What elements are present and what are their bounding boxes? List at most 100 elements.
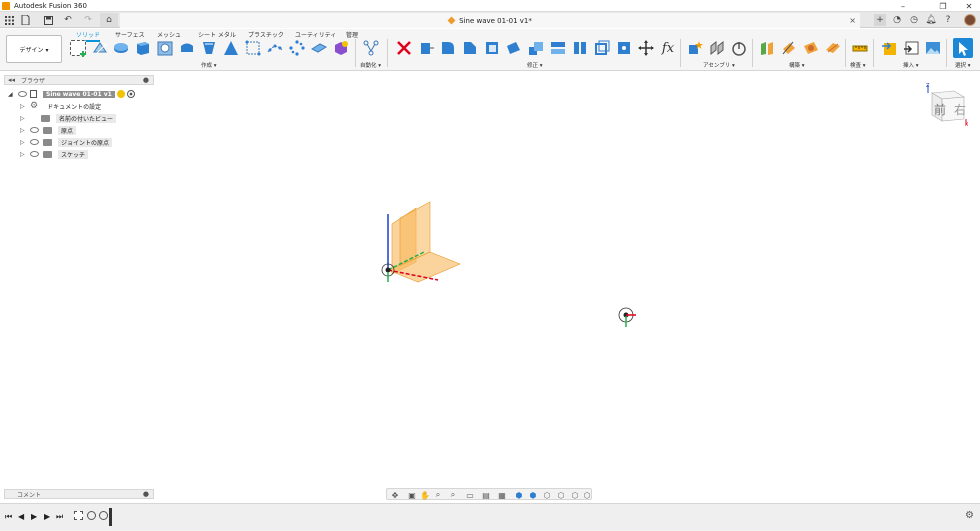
visibility-eye-icon[interactable]: [30, 151, 39, 157]
modify-group-label[interactable]: 修正 ▾: [527, 61, 543, 69]
orbit-icon[interactable]: ✥: [390, 490, 400, 500]
browser-item-sketches[interactable]: ▷ スケッチ: [20, 149, 89, 159]
timeline-sketch-feature[interactable]: [74, 511, 83, 520]
browser-panel-header[interactable]: ◂◂ ブラウザ ●: [4, 75, 154, 85]
physical-material-icon[interactable]: [616, 40, 632, 56]
maximize-icon[interactable]: ❐: [932, 0, 954, 12]
help-icon[interactable]: ?: [942, 14, 954, 26]
pan-icon[interactable]: ✋: [420, 490, 430, 500]
midplane-icon[interactable]: [825, 40, 841, 56]
plane-at-angle-icon[interactable]: [781, 40, 797, 56]
redo-icon[interactable]: ↷: [80, 14, 96, 26]
rectangular-pattern-icon[interactable]: [245, 40, 261, 56]
insert-canvas-icon[interactable]: [925, 40, 941, 56]
hidden-edges-icon[interactable]: ⬡: [542, 490, 552, 500]
play-icon[interactable]: ▶: [31, 512, 37, 521]
extensions-icon[interactable]: ◷: [908, 14, 920, 26]
timeline-joint-origin-feature[interactable]: [87, 511, 96, 520]
wireframe-icon[interactable]: ⬡: [570, 490, 580, 500]
tab-sheet-metal[interactable]: シート メタル: [198, 30, 236, 39]
grid-settings-icon[interactable]: ▤: [481, 490, 491, 500]
split-body-icon[interactable]: [594, 40, 610, 56]
split-face-icon[interactable]: [572, 40, 588, 56]
zoom-window-icon[interactable]: ⌕: [433, 490, 443, 500]
step-forward-icon[interactable]: ▶: [44, 512, 50, 521]
browser-item-document-settings[interactable]: ▷ ⚙ ドキュメントの設定: [20, 101, 104, 111]
delete-icon[interactable]: [396, 40, 412, 56]
close-icon[interactable]: ✕: [958, 0, 980, 12]
visibility-eye-icon[interactable]: [30, 139, 39, 145]
collapse-triangle-icon[interactable]: ◢: [8, 91, 15, 98]
create-sketch-icon[interactable]: [70, 40, 86, 57]
document-tab[interactable]: Sine wave 01-01 v1* ×: [120, 13, 860, 28]
look-at-icon[interactable]: ▣: [407, 490, 417, 500]
hole-icon[interactable]: [157, 40, 173, 56]
user-avatar[interactable]: [964, 14, 976, 26]
comments-panel-header[interactable]: コメント ●: [4, 489, 154, 499]
offset-plane-icon[interactable]: [759, 40, 775, 56]
browser-root-item[interactable]: ◢ Sine wave 01-01 v1: [8, 89, 135, 99]
select-icon[interactable]: [953, 38, 973, 58]
shell-icon[interactable]: [484, 40, 500, 56]
shaded-edges-icon[interactable]: ⬢: [528, 490, 538, 500]
automate-icon[interactable]: [363, 40, 379, 56]
tab-utility[interactable]: ユーティリティ: [295, 30, 336, 39]
joint-icon[interactable]: [709, 40, 725, 56]
insert-mesh-icon[interactable]: [903, 40, 919, 56]
insert-derive-icon[interactable]: [881, 40, 897, 56]
file-icon[interactable]: [19, 14, 31, 26]
thicken-icon[interactable]: [310, 40, 328, 56]
expand-triangle-icon[interactable]: ▷: [20, 127, 27, 134]
save-icon[interactable]: [42, 14, 54, 26]
parameters-icon[interactable]: fx: [660, 40, 676, 56]
expand-triangle-icon[interactable]: ▷: [20, 139, 27, 146]
notification-icon[interactable]: 🔔︎: [925, 14, 937, 26]
inspect-group-label[interactable]: 検査 ▾: [850, 61, 866, 69]
extrude-icon[interactable]: [113, 40, 129, 56]
display-settings-icon[interactable]: ▭: [465, 490, 475, 500]
timeline-joint-origin-feature-2[interactable]: [99, 511, 108, 520]
scale-icon[interactable]: [528, 40, 544, 56]
browser-item-named-views[interactable]: ▷ 名前の付いたビュー: [20, 113, 117, 123]
combine-icon[interactable]: [550, 40, 566, 56]
visibility-eye-icon[interactable]: [30, 127, 39, 133]
visible-edges-icon[interactable]: ⬡: [556, 490, 566, 500]
automate-group-label[interactable]: 自動化 ▾: [360, 61, 381, 69]
tab-surface[interactable]: サーフェス: [115, 30, 145, 39]
close-tab-icon[interactable]: ×: [849, 16, 856, 25]
go-to-end-icon[interactable]: ⏭: [56, 512, 63, 522]
fit-icon[interactable]: ⌕: [448, 490, 458, 500]
origin-point[interactable]: [385, 267, 391, 273]
joint-origin-gizmo[interactable]: [616, 305, 640, 329]
collapse-panel-icon[interactable]: ◂◂: [8, 76, 15, 84]
select-group-label[interactable]: 選択 ▾: [955, 61, 971, 69]
expand-triangle-icon[interactable]: ▷: [20, 151, 27, 158]
visibility-eye-icon[interactable]: [18, 91, 27, 97]
panel-options-icon[interactable]: ●: [143, 76, 149, 84]
insert-group-label[interactable]: 挿入 ▾: [903, 61, 919, 69]
box-icon[interactable]: [135, 40, 151, 56]
pattern-on-path-icon[interactable]: [267, 40, 283, 56]
expand-triangle-icon[interactable]: ▷: [20, 115, 27, 122]
revolve-icon[interactable]: [179, 40, 195, 56]
step-back-icon[interactable]: ◀: [18, 512, 24, 521]
activate-radio-icon[interactable]: [126, 90, 135, 98]
assemble-group-label[interactable]: アセンブリ ▾: [703, 61, 735, 69]
circular-pattern-icon[interactable]: [289, 40, 305, 56]
go-to-start-icon[interactable]: ⏮: [5, 512, 12, 522]
expand-triangle-icon[interactable]: ▷: [20, 103, 27, 110]
tab-plastic[interactable]: プラスチック: [248, 30, 284, 39]
create-base-feature-icon[interactable]: [333, 40, 349, 56]
loft-icon[interactable]: [223, 40, 239, 56]
fillet-icon[interactable]: [440, 40, 456, 56]
tangent-plane-icon[interactable]: [803, 40, 819, 56]
viewports-icon[interactable]: ▦: [497, 490, 507, 500]
browser-item-origin[interactable]: ▷ 原点: [20, 125, 77, 135]
analysis-icon[interactable]: ⬡: [582, 490, 592, 500]
draft-icon[interactable]: [506, 40, 522, 56]
timeline-settings-icon[interactable]: ⚙: [965, 510, 974, 521]
press-pull-icon[interactable]: [418, 40, 434, 56]
create-group-label[interactable]: 作成 ▾: [201, 61, 217, 69]
minimize-icon[interactable]: –: [892, 0, 914, 12]
origin-planes-gizmo[interactable]: [370, 200, 480, 290]
